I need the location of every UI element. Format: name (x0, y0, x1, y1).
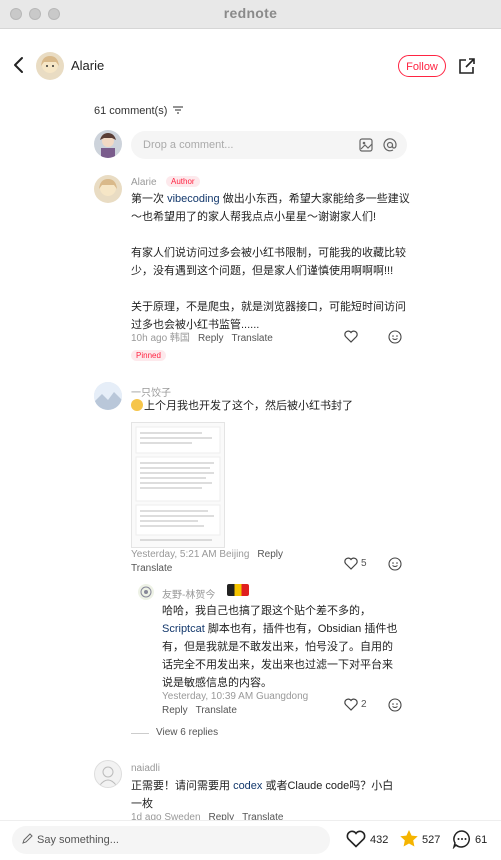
translate-button[interactable]: Translate (196, 705, 237, 716)
hashtag-link[interactable]: vibecoding (167, 193, 220, 205)
emoji-icon[interactable] (388, 330, 402, 344)
translate-button[interactable]: Translate (131, 563, 172, 574)
at-icon[interactable] (383, 138, 397, 152)
like-count: 5 (361, 558, 367, 569)
hashtag-link[interactable]: Scriptcat (162, 623, 205, 635)
pinned-badge: Pinned (131, 350, 166, 361)
emoji-icon[interactable] (388, 698, 402, 712)
comment-image[interactable] (131, 422, 225, 548)
comment-text: 上个月我也开发了这个，然后被小红书封了 (131, 397, 413, 415)
post-comment-count: 61 (475, 834, 488, 846)
reply-actions: Reply Translate (162, 705, 237, 716)
replies-divider (131, 733, 149, 734)
comment-avatar[interactable] (94, 760, 122, 788)
post-header: Alarie Follow (0, 28, 501, 98)
reply-author[interactable]: 友野-林贺今 (162, 586, 215, 601)
post-star-count: 527 (422, 834, 441, 846)
filter-icon[interactable] (173, 106, 184, 114)
author-badge: Author (166, 176, 200, 187)
translate-button[interactable]: Translate (232, 333, 273, 344)
follow-button[interactable]: Follow (398, 55, 446, 77)
pencil-icon (22, 833, 33, 844)
reply-button[interactable]: Reply (257, 549, 283, 560)
reply-button[interactable]: Reply (198, 333, 224, 344)
back-icon[interactable] (10, 56, 28, 74)
window-title: rednote (223, 5, 278, 21)
window-titlebar: rednote (0, 0, 501, 29)
emoji-sticker (131, 399, 143, 411)
comment-author[interactable]: naiadli (131, 763, 160, 774)
comment-avatar[interactable] (94, 382, 122, 410)
emoji-icon[interactable] (388, 557, 402, 571)
say-something-input[interactable]: Say something... (12, 826, 330, 854)
star-icon[interactable] (399, 829, 419, 848)
comment-icon[interactable] (452, 829, 472, 849)
image-icon[interactable] (359, 138, 373, 152)
flag-emoji (227, 584, 249, 596)
say-something-placeholder: Say something... (37, 834, 119, 846)
comment-meta: Yesterday, 5:21 AM Beijing Reply (131, 549, 283, 560)
heart-icon[interactable] (344, 557, 358, 570)
comment-input[interactable]: Drop a comment... (131, 131, 407, 159)
comment-avatar[interactable] (94, 175, 122, 203)
heart-icon[interactable] (344, 698, 358, 711)
reply-avatar[interactable] (138, 584, 154, 600)
comment-text: 第一次 vibecoding 做出小东西，希望大家能给多一些建议～也希望用了的家… (131, 193, 410, 331)
heart-icon[interactable] (346, 830, 366, 848)
author-avatar[interactable] (36, 52, 64, 80)
post-like-count: 432 (370, 834, 389, 846)
view-replies-button[interactable]: View 6 replies (156, 727, 218, 738)
comment-text: 正需要！请问需要用 codex 或者Claude code吗？小白一枚 (131, 780, 394, 810)
comment-author[interactable]: Alarie (131, 177, 157, 188)
like-count: 2 (361, 699, 367, 710)
bottom-bar: Say something... 432 527 61 (0, 820, 501, 860)
reply-meta: Yesterday, 10:39 AM Guangdong (162, 691, 309, 702)
hashtag-link[interactable]: codex (233, 780, 262, 792)
comment-meta: 10h ago 韩国 Reply Translate (131, 333, 273, 344)
comment-input-placeholder: Drop a comment... (143, 139, 234, 151)
reply-button[interactable]: Reply (162, 705, 188, 716)
my-avatar (94, 130, 122, 158)
reply-text: 哈哈，我自己也搞了跟这个贴个差不多的，Scriptcat 脚本也有，插件也有，O… (162, 605, 398, 689)
heart-icon[interactable] (344, 330, 358, 343)
comment-count: 61 comment(s) (94, 105, 184, 117)
author-name[interactable]: Alarie (71, 58, 104, 73)
share-icon[interactable] (457, 56, 477, 76)
